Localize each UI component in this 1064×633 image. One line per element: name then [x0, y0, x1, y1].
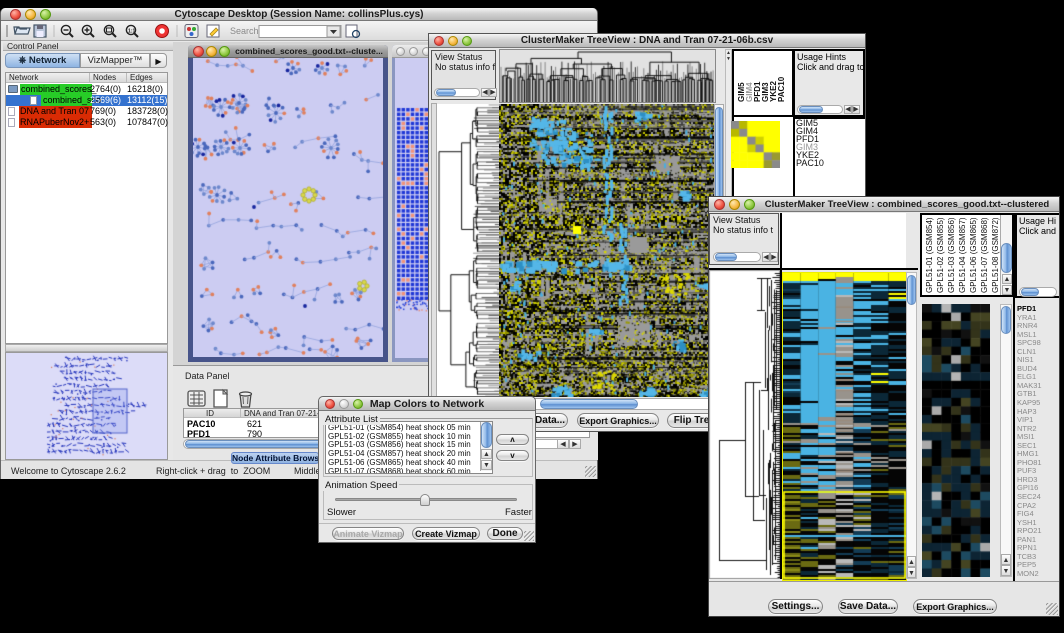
svg-text:Search:: Search: [230, 26, 261, 36]
svg-text:1:1: 1:1 [128, 29, 135, 35]
